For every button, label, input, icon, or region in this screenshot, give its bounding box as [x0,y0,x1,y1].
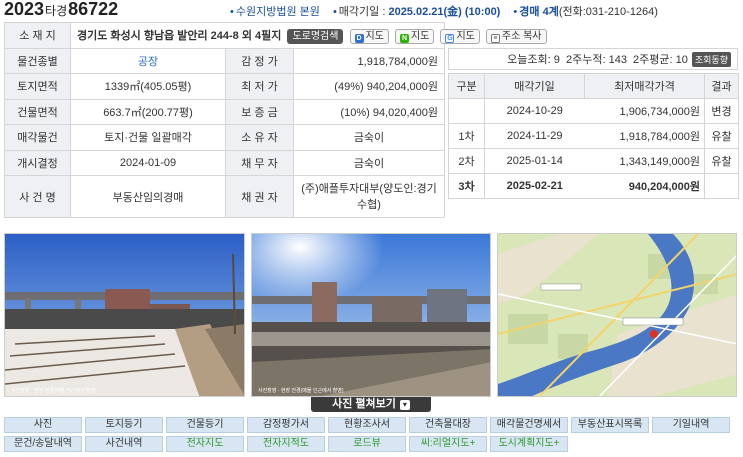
case-summary: • 수원지방법원 본원 • 매각기일 : 2025.02.21(金) (10:00)… [230,3,658,19]
debtor-value: 금숙이 [293,149,445,176]
photo-caption: 사진촬영 · 현장 전경(매물 인근에서 촬영) [258,387,344,394]
building-area-label: 건물면적 [4,98,71,125]
min-price-value: (49%) 940,204,000원 [293,73,445,100]
building-registry-button[interactable]: 건물등기 [166,417,244,433]
address-label: 소 재 지 [4,22,71,49]
sale-history-table: 구분 매각기일 최저매각가격 결과 2024-10-29 1,906,734,0… [448,73,739,199]
e-cadastral-map-button[interactable]: 전자지적도 [247,436,325,452]
map-thumbnail[interactable] [497,233,737,397]
appraisal-value: 1,918,784,000원 [293,47,445,74]
site-photo-1[interactable]: 사진촬영 · 현장 전경(매물 인근에서 촬영) [4,233,245,397]
bullet-icon: • [230,6,234,18]
history-header-round: 구분 [448,73,485,99]
google-icon: G [445,33,455,43]
photo-caption: 사진촬영 · 현장 전경(매물 인근에서 촬영) [11,387,97,394]
address-value: 경기도 화성시 향남읍 발안리 244-8 외 4필지 [77,29,282,42]
appraisal-label: 감 정 가 [225,47,294,74]
daum-map-button[interactable]: D 지도 [349,28,389,44]
view-stats: 오늘조회: 9 2주누적: 143 2주평균: 10 조회동향 [448,48,738,70]
building-ledger-button[interactable]: 건축물대장 [409,417,487,433]
case-header: 2023타경86722 • 수원지방법원 본원 • 매각기일 : 2025.02.2… [0,0,743,20]
land-area-value: 1339㎡(405.05평) [70,73,226,100]
sale-object-value: 토지·건물 일괄매각 [70,124,226,151]
start-decision-value: 2024-01-09 [70,149,226,176]
sale-object-label: 매각물건 [4,124,71,151]
debtor-label: 채 무 자 [225,149,294,176]
table-row: 2024-10-29 1,906,734,000원 변경 [448,98,739,124]
type-label: 물건종별 [4,47,71,74]
status-survey-button[interactable]: 현황조사서 [328,417,406,433]
bullet-icon: • [513,6,518,18]
bullet-icon: • [332,6,337,18]
case-year: 2023 [4,0,45,19]
case-name-value: 부동산임의경매 [70,175,226,218]
building-area-value: 663.7㎡(200.77평) [70,98,226,125]
table-row: 2차 2025-01-14 1,343,149,000원 유찰 [448,148,739,174]
expand-photos-button[interactable]: 사진 펼쳐보기 ▾ [311,397,431,412]
view-stats-text: 오늘조회: 9 2주누적: 143 2주평균: 10 [507,54,688,66]
copy-icon: ≡ [490,33,500,43]
case-history-button[interactable]: 사건내역 [85,436,163,452]
land-registry-button[interactable]: 토지등기 [85,417,163,433]
owner-value: 금숙이 [293,124,445,151]
property-list-button[interactable]: 부동산표시목록 [571,417,649,433]
copy-address-button[interactable]: ≡ 주소 복사 [485,28,547,44]
case-num: 86722 [68,0,119,19]
naver-icon: N [399,33,409,43]
photo-button[interactable]: 사진 [4,417,82,433]
appraisal-report-button[interactable]: 감정평가서 [247,417,325,433]
chevron-down-icon: ▾ [399,400,410,410]
owner-label: 소 유 자 [225,124,294,151]
creditor-label: 채 권 자 [225,175,294,218]
dept-label: 경매 4계 [519,6,559,18]
land-area-label: 토지면적 [4,73,71,100]
naver-map-button[interactable]: N 지도 [394,28,435,44]
case-name-label: 사 건 명 [4,175,71,218]
urban-plan-map-button[interactable]: 도시계획지도+ [490,436,568,452]
case-kind: 타경 [45,4,68,18]
site-photo-2[interactable]: 사진촬영 · 현장 전경(매물 인근에서 촬영) [251,233,491,397]
deposit-label: 보 증 금 [225,98,294,125]
e-map-button[interactable]: 전자지도 [166,436,244,452]
view-trend-button[interactable]: 조회동향 [691,51,731,67]
date-history-button[interactable]: 기일내역 [652,417,730,433]
address-cell: 경기도 화성시 향남읍 발안리 244-8 외 4필지 도로명검색 D 지도 N지… [70,22,547,49]
road-view-button[interactable]: 로드뷰 [328,436,406,452]
history-header-result: 결과 [704,73,739,99]
daum-icon: D [354,33,364,43]
table-row: 1차 2024-11-29 1,918,784,000원 유찰 [448,123,739,149]
sale-date-value: 2025.02.21(金) (10:00) [388,6,501,18]
sale-specification-button[interactable]: 매각물건명세서 [490,417,568,433]
road-name-search-button[interactable]: 도로명검색 [287,28,344,44]
case-number: 2023타경86722 [4,0,118,20]
expand-photos-label: 사진 펼쳐보기 [332,398,396,410]
min-price-label: 최 저 가 [225,73,294,100]
creditor-value: (주)애플투자대부(양도인:경기수협) [293,175,445,218]
type-value[interactable]: 공장 [70,47,226,74]
dept-phone: (전화:031-210-1264) [558,6,658,18]
real-map-button[interactable]: 씨:리얼지도+ [409,436,487,452]
google-map-button[interactable]: G 지도 [440,28,480,44]
deposit-value: (10%) 94,020,400원 [293,98,445,125]
documents-delivery-button[interactable]: 문건/송달내역 [4,436,82,452]
sale-date-label: 매각기일 : [338,6,389,18]
property-info-table: 소 재 지 경기도 화성시 향남읍 발안리 244-8 외 4필지 도로명검색 … [4,22,547,218]
history-header-date: 매각기일 [484,73,585,99]
history-header-price: 최저매각가격 [584,73,705,99]
start-decision-label: 개시결정 [4,149,71,176]
court-name[interactable]: 수원지방법원 본원 [236,6,320,18]
table-row: 3차 2025-02-21 940,204,000원 [448,173,739,199]
